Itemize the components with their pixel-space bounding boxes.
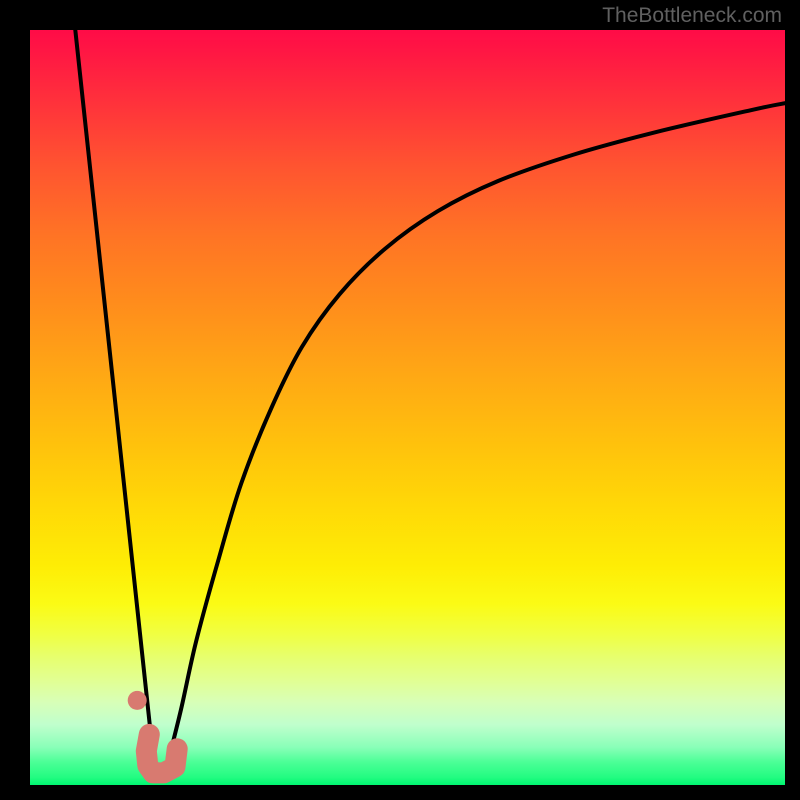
curve-left-branch bbox=[75, 30, 154, 770]
selected-marker-dot bbox=[128, 691, 147, 710]
curve-right-branch bbox=[166, 103, 785, 770]
watermark-text: TheBottleneck.com bbox=[602, 4, 782, 28]
chart-svg bbox=[30, 30, 785, 785]
chart-plot-area bbox=[30, 30, 785, 785]
selected-marker-hook bbox=[146, 734, 177, 773]
